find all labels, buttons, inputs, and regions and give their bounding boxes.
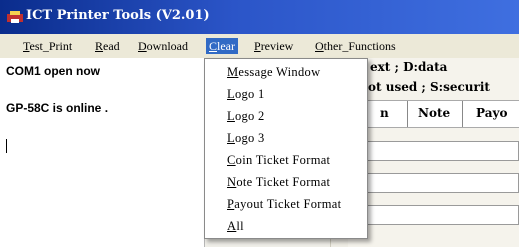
column-divider xyxy=(407,101,408,127)
column-header-note: Note xyxy=(418,106,451,120)
menu-item-logo-3[interactable]: Logo 3 xyxy=(227,131,265,146)
menu-clear[interactable]: Clear xyxy=(206,38,238,54)
legend-line-2: ot used ; S:securit xyxy=(368,80,490,94)
window-title: ICT Printer Tools (V2.01) xyxy=(26,8,210,23)
menu-item-all[interactable]: All xyxy=(227,219,244,234)
menu-test-print[interactable]: Test_Print xyxy=(20,38,75,54)
title-bar: ICT Printer Tools (V2.01) xyxy=(0,0,519,34)
log-line-com-status: COM1 open now xyxy=(6,64,100,78)
menu-item-logo-1[interactable]: Logo 1 xyxy=(227,87,265,102)
menu-preview[interactable]: Preview xyxy=(251,38,296,54)
log-line-printer-status: GP-58C is online . xyxy=(6,101,109,115)
table-row[interactable] xyxy=(347,173,519,193)
table-header: n Note Payo xyxy=(347,100,519,128)
printer-app-icon xyxy=(7,11,23,23)
column-header-payout: Payo xyxy=(476,106,508,120)
menu-read[interactable]: Read xyxy=(92,38,123,54)
menu-bar: Test_Print Read Download Clear Preview O… xyxy=(0,34,519,59)
clear-dropdown-menu: Message Window Logo 1 Logo 2 Logo 3 Coin… xyxy=(204,58,368,239)
menu-item-payout-ticket-format[interactable]: Payout Ticket Format xyxy=(227,197,341,212)
legend-line-1: ext ; D:data xyxy=(370,60,448,74)
menu-download[interactable]: Download xyxy=(135,38,191,54)
menu-item-coin-ticket-format[interactable]: Coin Ticket Format xyxy=(227,153,330,168)
column-divider xyxy=(462,101,463,127)
table-row[interactable] xyxy=(347,205,519,225)
text-caret xyxy=(6,139,7,153)
menu-item-message-window[interactable]: Message Window xyxy=(227,65,320,80)
menu-item-note-ticket-format[interactable]: Note Ticket Format xyxy=(227,175,330,190)
log-panel[interactable]: COM1 open now GP-58C is online . xyxy=(0,58,205,247)
menu-item-logo-2[interactable]: Logo 2 xyxy=(227,109,265,124)
column-header-coin: n xyxy=(380,106,389,120)
menu-other-functions[interactable]: Other_Functions xyxy=(312,38,399,54)
table-row[interactable] xyxy=(347,141,519,161)
